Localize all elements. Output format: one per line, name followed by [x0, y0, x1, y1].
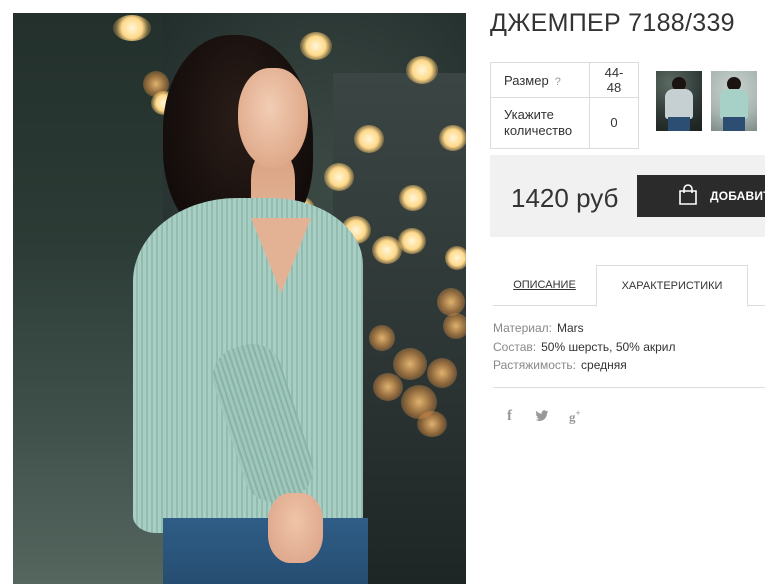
bokeh-light [417, 411, 447, 437]
characteristic-value: средняя [581, 358, 627, 372]
thumbnail-figure-legs [723, 117, 745, 131]
quantity-label: Укажите количество [490, 97, 590, 149]
characteristic-key: Материал: [493, 321, 552, 335]
facebook-icon[interactable]: f [507, 408, 512, 425]
bokeh-light [427, 358, 457, 388]
add-to-cart-label: ДОБАВИТЬ [710, 189, 765, 203]
bokeh-light [399, 185, 427, 211]
product-title: ДЖЕМПЕР 7188/339 [490, 9, 735, 37]
google-plus-icon[interactable]: g+ [569, 408, 581, 425]
bokeh-light [300, 32, 332, 60]
tab-description-label: ОПИСАНИЕ [513, 279, 576, 291]
thumbnail-figure-legs [668, 117, 690, 131]
bokeh-light [445, 246, 466, 270]
tab-description[interactable]: ОПИСАНИЕ [493, 265, 596, 305]
thumbnail-1[interactable] [656, 71, 702, 131]
characteristic-row: Материал: Mars [493, 319, 676, 338]
tab-characteristics[interactable]: ХАРАКТЕРИСТИКИ [596, 265, 748, 307]
size-label: Размер [504, 72, 549, 88]
product-options-table: Размер? 44-48 Укажите количество 0 [490, 62, 639, 149]
product-photo[interactable] [13, 13, 466, 584]
characteristic-value: Mars [556, 321, 584, 335]
bokeh-light [113, 15, 151, 41]
bokeh-light [437, 288, 465, 316]
characteristic-value: 50% шерсть, 50% акрил [541, 339, 676, 354]
divider [493, 387, 765, 388]
shopping-bag-icon [679, 184, 697, 205]
bokeh-light [324, 163, 354, 191]
thumbnail-figure-body [720, 89, 748, 119]
characteristic-key: Растяжимость: [493, 358, 577, 372]
thumbnail-2[interactable] [711, 71, 757, 131]
price: 1420 руб [511, 183, 619, 213]
model-hand [268, 493, 323, 563]
characteristic-row: Растяжимость: средняя [493, 356, 676, 375]
characteristic-key: Состав: [493, 339, 537, 354]
model-face [238, 68, 308, 168]
bokeh-light [398, 228, 426, 254]
characteristic-row: Состав: 50% шерсть, 50% акрил [493, 338, 676, 357]
bokeh-light [373, 373, 403, 401]
bokeh-light [406, 56, 438, 84]
tab-characteristics-label: ХАРАКТЕРИСТИКИ [621, 280, 723, 292]
twitter-icon[interactable] [535, 410, 549, 422]
bokeh-light [354, 125, 384, 153]
quantity-row: Укажите количество 0 [490, 97, 639, 149]
model-jeans [163, 518, 368, 584]
add-to-cart-button[interactable]: ДОБАВИТЬ [637, 175, 765, 217]
sweater-vneck [251, 218, 311, 293]
bokeh-light [443, 313, 466, 339]
size-label-cell: Размер? [490, 62, 590, 98]
price-box: 1420 руб ДОБАВИТЬ [490, 155, 765, 237]
size-help-icon[interactable]: ? [555, 76, 561, 88]
size-row: Размер? 44-48 [490, 62, 639, 98]
product-tabs: ОПИСАНИЕ ХАРАКТЕРИСТИКИ [493, 265, 765, 307]
quantity-input[interactable]: 0 [589, 97, 639, 149]
characteristics-list: Материал: Mars Состав: 50% шерсть, 50% акр… [493, 319, 676, 375]
bokeh-light [393, 348, 427, 380]
size-value[interactable]: 44-48 [589, 62, 639, 98]
bokeh-light [369, 325, 395, 351]
bokeh-light [439, 125, 466, 151]
thumbnail-figure-body [665, 89, 693, 119]
